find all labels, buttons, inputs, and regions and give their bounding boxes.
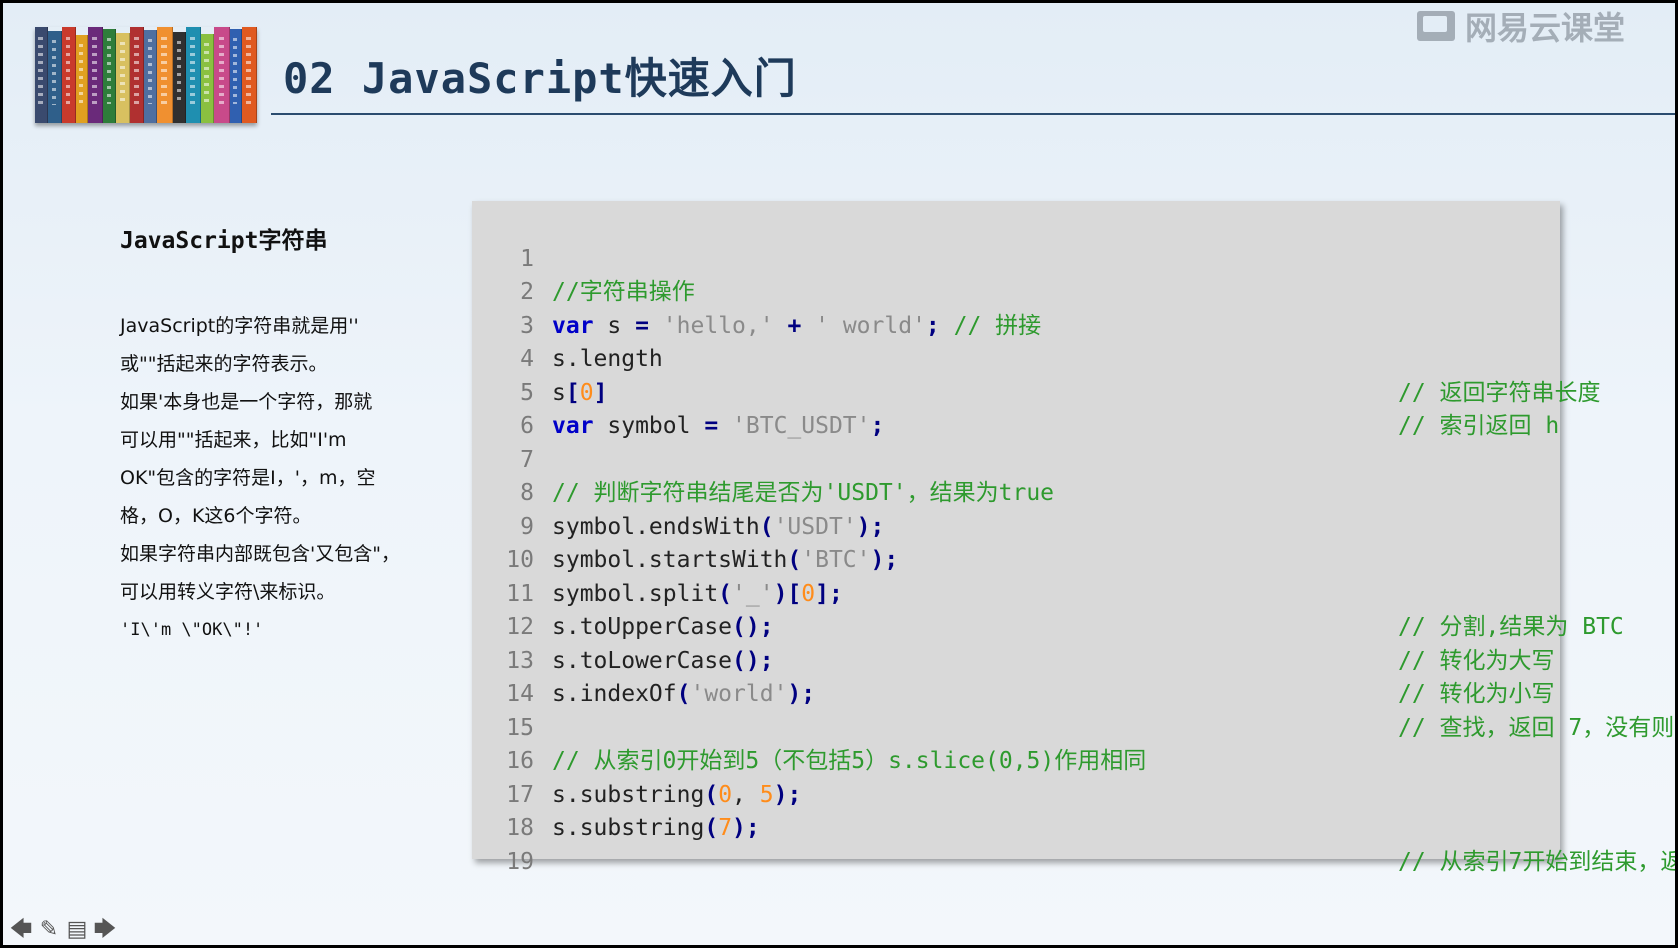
code-line: 18 <box>472 779 1560 841</box>
pen-icon[interactable]: ✎ <box>37 919 61 941</box>
code-line: 13 s.indexOf('world'); // 查找，返回 7，没有则返回 … <box>472 611 1675 741</box>
line-number: 19 <box>506 848 534 875</box>
book-spine <box>242 27 257 123</box>
code-line: 15 // 从索引0开始到5（不包括5）s.slice(0,5)作用相同 <box>472 678 1560 775</box>
book-spine <box>173 31 186 123</box>
title-divider <box>271 113 1675 115</box>
code-line: 14 <box>472 645 1560 707</box>
desc-line: 可以用""括起来，比如"I'm <box>120 429 347 451</box>
book-spine <box>75 34 88 123</box>
slideshow-controls: 🡄 ✎ ▤ 🡆 <box>9 919 117 941</box>
slide-title: 02 JavaScript快速入门 <box>283 54 797 103</box>
code-line: 5 var symbol = 'BTC_USDT'; <box>472 343 1560 440</box>
desc-line: 可以用转义字符\来标识。 <box>120 581 336 603</box>
code-line: 8 symbol.endsWith('USDT'); <box>472 444 1560 540</box>
book-spine <box>229 28 243 123</box>
logo-icon <box>1416 11 1455 41</box>
book-spine <box>35 27 48 123</box>
code-line: 3 s.length // 返回字符串长度 <box>472 276 1600 406</box>
code-line: 1 //字符串操作 <box>472 209 1560 306</box>
book-spine <box>144 29 157 123</box>
code-line: 17 s.substring(7); // 从索引7开始到结束，返回'world… <box>472 745 1675 875</box>
code-line: 9 symbol.startsWith('BTC'); <box>472 477 1560 574</box>
code-line: 12 s.toLowerCase(); // 转化为小写 <box>472 578 1560 707</box>
code-line: 11 s.toUpperCase(); // 转化为大写 <box>472 544 1560 674</box>
desc-line: OK"包含的字符是I，'，m，空 <box>120 467 376 489</box>
desc-line: 如果字符串内部既包含'又包含"， <box>120 543 400 565</box>
logo-text: 网易云课堂 <box>1464 9 1625 47</box>
desc-line: JavaScript的字符串就是用'' <box>120 315 359 337</box>
book-spine <box>130 27 145 123</box>
book-spine <box>115 32 131 123</box>
book-spine <box>200 33 215 123</box>
desc-line: 'I\'m \"OK\"!' <box>120 620 264 640</box>
book-spine <box>185 27 201 123</box>
code-block: 1 //字符串操作 2 var s = 'hello,' + ' world';… <box>472 201 1675 875</box>
description-text: JavaScript的字符串就是用'' 或""括起来的字符表示。 如果'本身也是… <box>120 307 440 649</box>
book-spine <box>103 28 116 123</box>
book-spine <box>214 27 230 123</box>
code-line: 19 <box>472 812 1560 875</box>
next-slide-icon[interactable]: 🡆 <box>93 919 117 941</box>
book-spine <box>62 27 76 123</box>
code-comment: // 从索引7开始到结束，返回'world' <box>1398 848 1675 875</box>
code-line: 6 <box>472 377 1560 439</box>
code-line: 4 s[0] // 索引返回 h <box>472 310 1560 439</box>
code-line: 7 // 判断字符串结尾是否为'USDT'，结果为true <box>472 410 1560 507</box>
desc-line: 如果'本身也是一个字符，那就 <box>120 391 373 413</box>
menu-icon[interactable]: ▤ <box>65 919 89 941</box>
netease-cloud-classroom-logo: 网易云课堂 <box>1416 3 1625 49</box>
code-line: 10 symbol.split('_')[0]; // 分割,结果为 BTC <box>472 511 1623 640</box>
book-spine <box>47 30 63 123</box>
desc-line: 或""括起来的字符表示。 <box>120 353 328 375</box>
code-line: 2 var s = 'hello,' + ' world'; // 拼接 <box>472 243 1560 339</box>
prev-slide-icon[interactable]: 🡄 <box>9 919 33 941</box>
slide: 02 JavaScript快速入门 网易云课堂 JavaScript字符串 Ja… <box>3 3 1675 945</box>
code-line: 16 s.substring(0, 5); <box>472 712 1560 808</box>
section-heading: JavaScript字符串 <box>120 228 328 254</box>
books-logo-image <box>35 27 257 123</box>
desc-line: 格，O，K这6个字符。 <box>120 505 312 527</box>
book-spine <box>87 27 104 123</box>
book-spine <box>156 27 174 123</box>
